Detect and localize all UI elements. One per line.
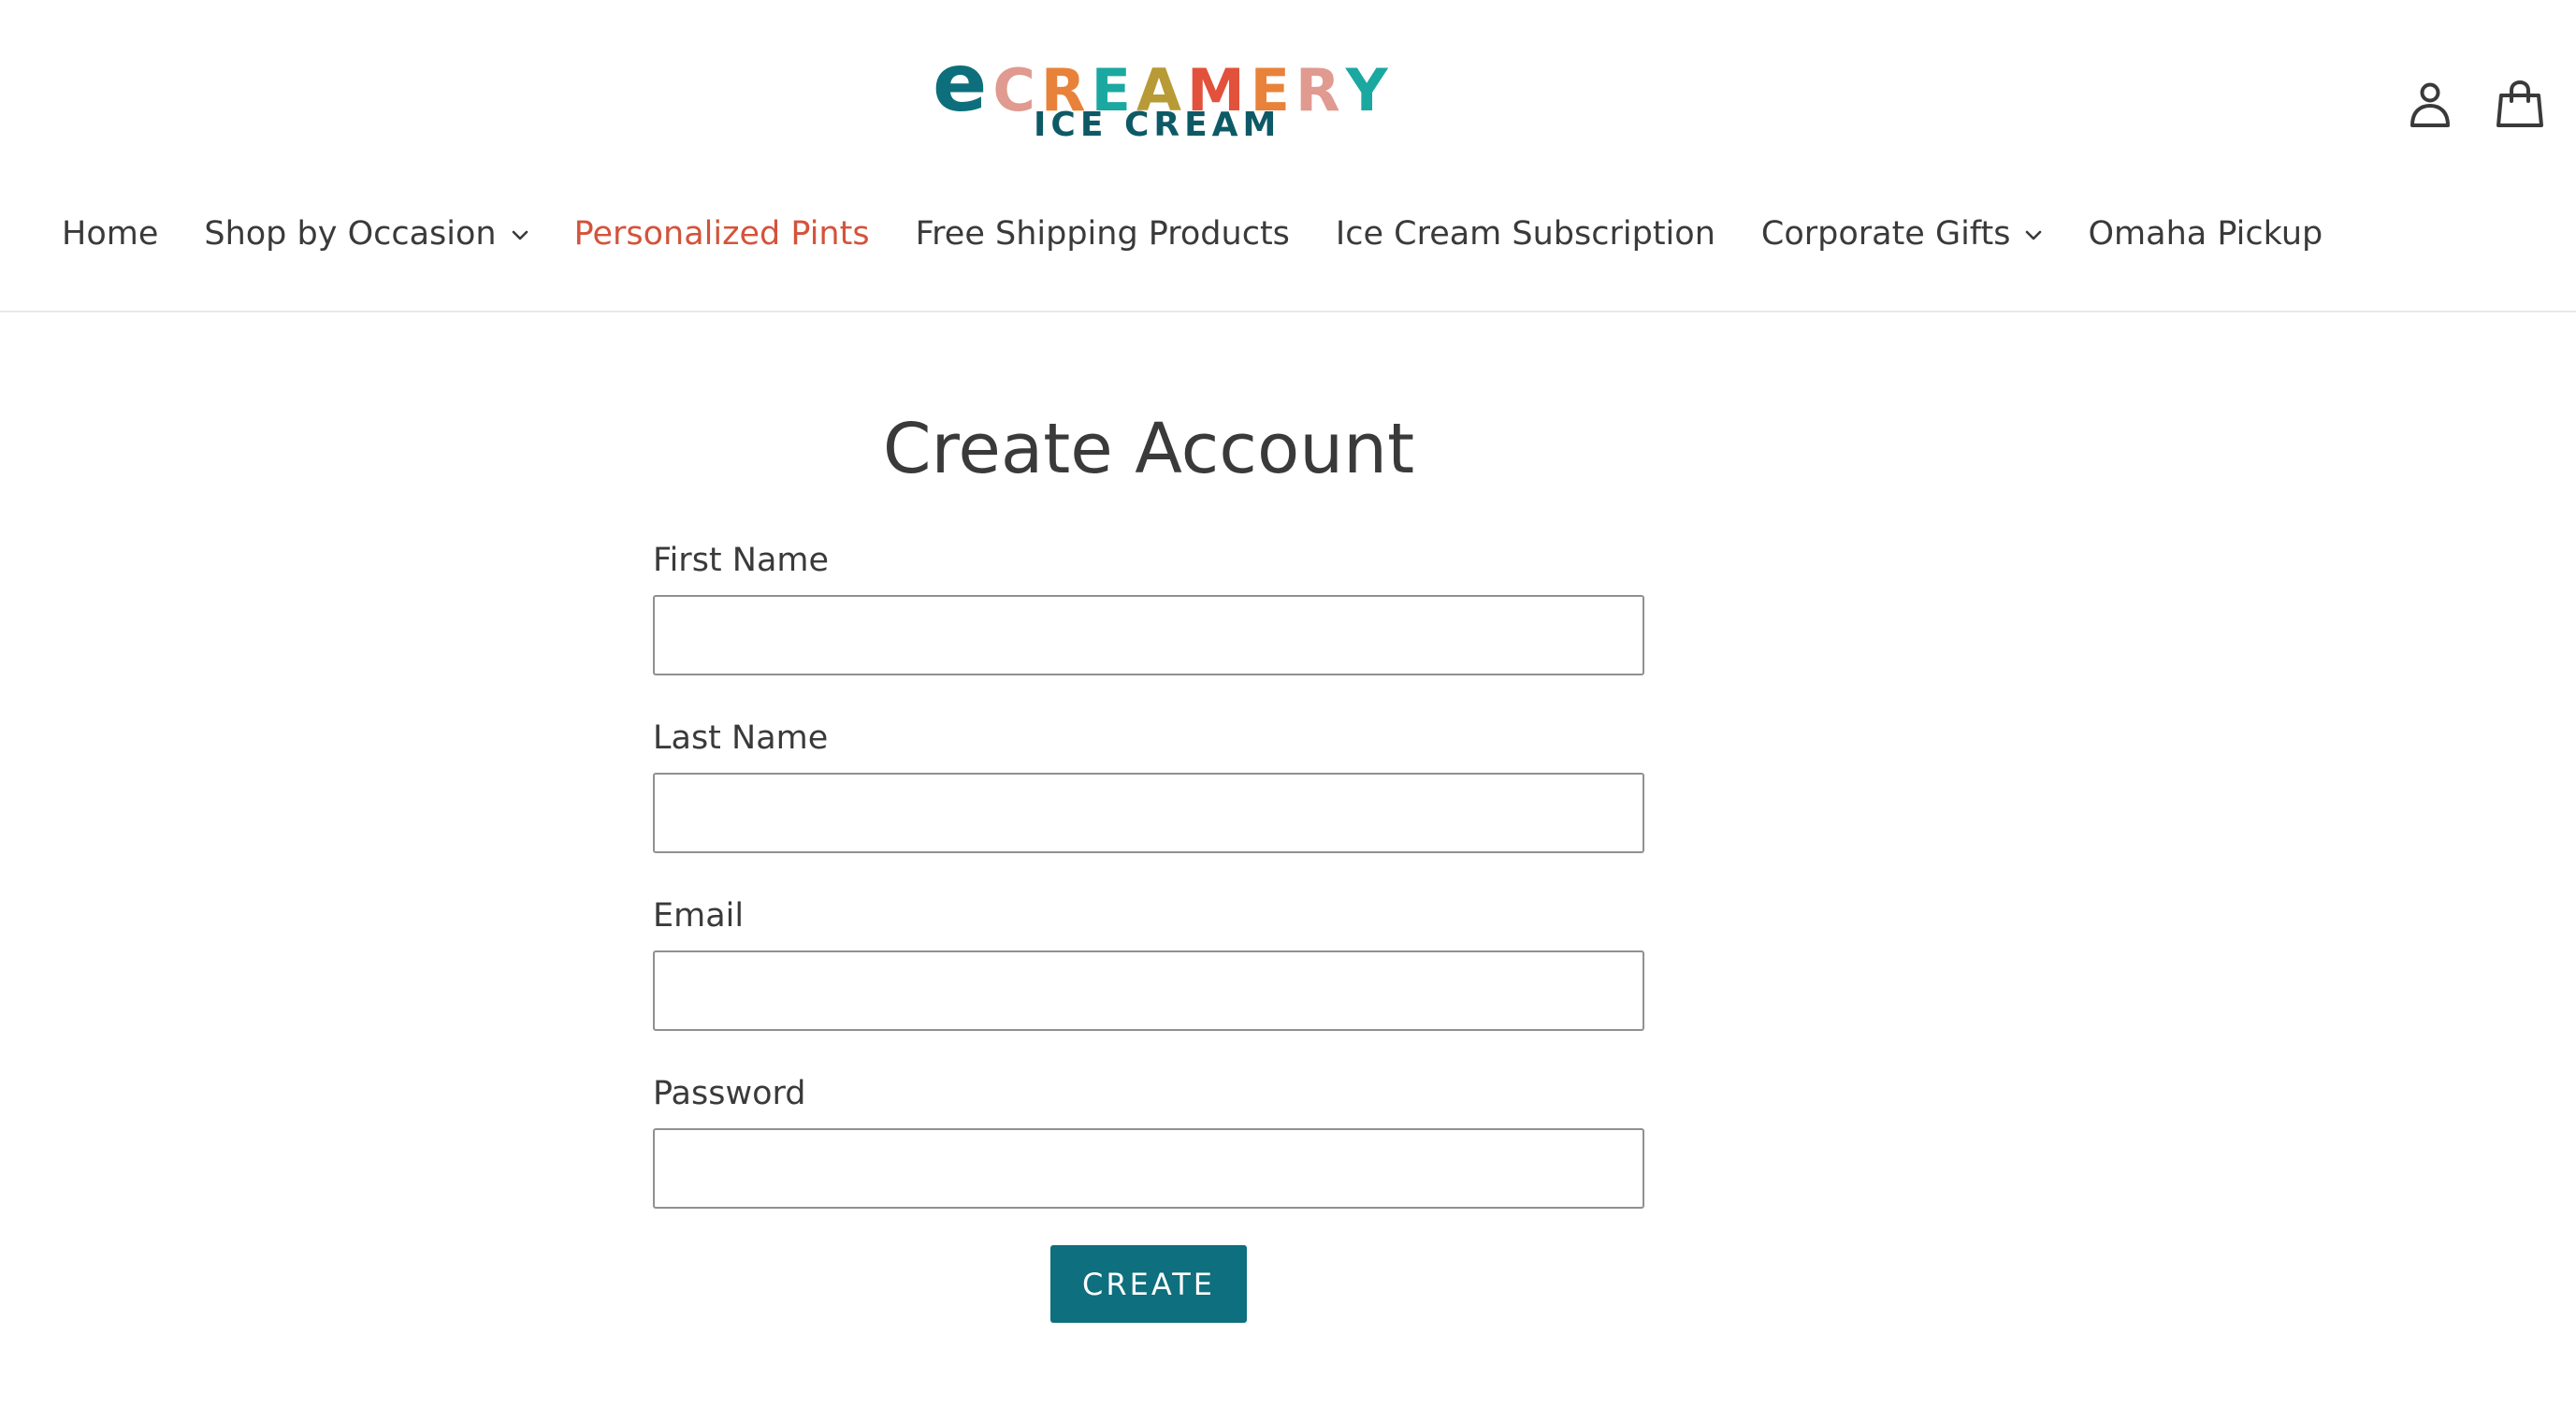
last-name-field[interactable] [653, 773, 1644, 853]
logo-first-letter: e [933, 36, 988, 130]
page-title: Create Account [882, 409, 1415, 489]
account-button[interactable] [2404, 79, 2456, 131]
nav-item-shop-by-occasion[interactable]: Shop by Occasion [204, 215, 528, 253]
chevron-down-icon [512, 230, 528, 241]
cart-button[interactable] [2494, 79, 2546, 131]
nav-item-label: Free Shipping Products [915, 215, 1290, 253]
first-name-label: First Name [653, 542, 830, 579]
user-icon [2404, 79, 2456, 131]
main-nav: Home Shop by Occasion Personalized Pints… [62, 206, 2368, 262]
logo-letter: C [992, 56, 1035, 124]
shopping-bag-icon [2494, 79, 2546, 131]
nav-item-label: Personalized Pints [573, 215, 870, 253]
nav-item-label: Shop by Occasion [204, 215, 497, 253]
nav-item-label: Home [62, 215, 159, 253]
brand-logo[interactable]: eCREAMERY ICE CREAM [933, 36, 1388, 155]
nav-item-label: Ice Cream Subscription [1335, 215, 1715, 253]
email-label: Email [653, 897, 745, 935]
first-name-field[interactable] [653, 595, 1644, 675]
nav-item-ice-cream-subscription[interactable]: Ice Cream Subscription [1336, 215, 1715, 253]
nav-item-corporate-gifts[interactable]: Corporate Gifts [1761, 215, 2043, 253]
email-field[interactable] [653, 950, 1644, 1031]
logo-letter: Y [1345, 56, 1388, 124]
nav-item-label: Corporate Gifts [1760, 215, 2011, 253]
last-name-label: Last Name [653, 719, 829, 757]
nav-item-free-shipping-products[interactable]: Free Shipping Products [916, 215, 1290, 253]
create-account-button[interactable]: CREATE [1050, 1245, 1247, 1323]
nav-item-label: Omaha Pickup [2088, 215, 2323, 253]
logo-subtitle: ICE CREAM [1034, 106, 1281, 144]
nav-item-home[interactable]: Home [62, 215, 158, 253]
nav-item-omaha-pickup[interactable]: Omaha Pickup [2088, 215, 2323, 253]
chevron-down-icon [2025, 230, 2042, 241]
logo-letter: R [1295, 56, 1340, 124]
password-label: Password [653, 1075, 806, 1112]
nav-item-personalized-pints[interactable]: Personalized Pints [574, 215, 870, 253]
site-header: eCREAMERY ICE CREAM Home Shop by Occasio… [0, 0, 2576, 312]
password-field[interactable] [653, 1128, 1644, 1209]
